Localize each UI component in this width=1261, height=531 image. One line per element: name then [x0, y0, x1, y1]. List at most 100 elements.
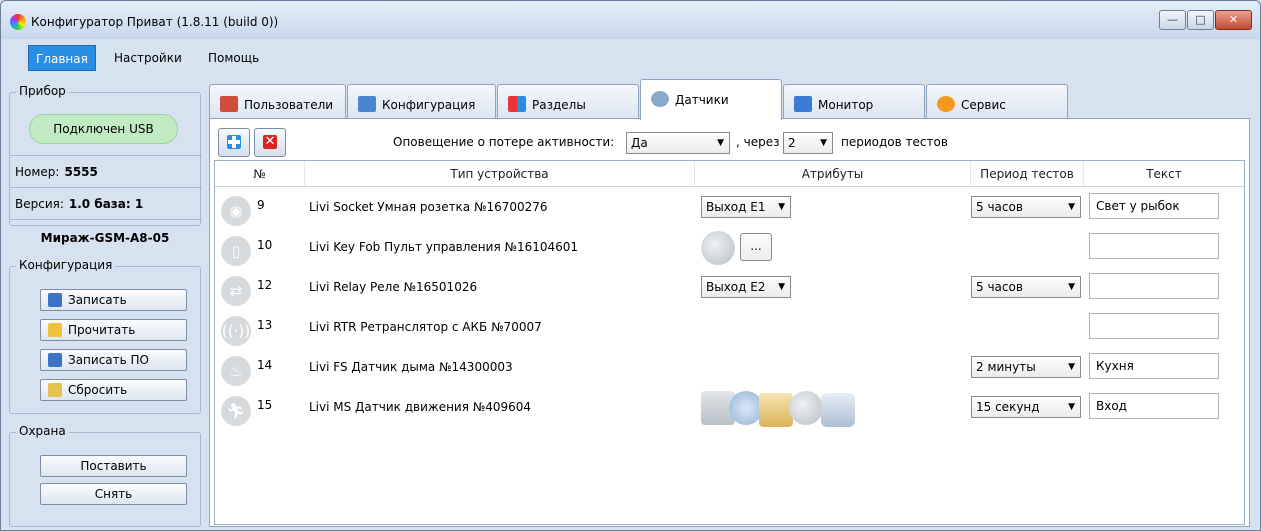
- left-panel: Прибор Подключен USB Номер: 5555 Версия: 1…: [9, 75, 202, 527]
- text-field[interactable]: Свет у рыбок: [1089, 193, 1219, 219]
- col-header-attributes: Атрибуты: [695, 161, 971, 187]
- chevron-down-icon: ▼: [1068, 402, 1075, 412]
- output-select[interactable]: Выход Е2 ▼: [701, 276, 791, 298]
- service-icon: [937, 96, 955, 112]
- periods-select[interactable]: 2 ▼: [783, 132, 833, 154]
- relay-icon: ⇄: [221, 276, 251, 306]
- read-button-label: Прочитать: [68, 323, 136, 337]
- period-select[interactable]: 15 секунд ▼: [971, 396, 1081, 418]
- period-select-value: 15 секунд: [976, 400, 1040, 414]
- device-type: Livi FS Датчик дыма №14300003: [309, 360, 513, 374]
- pet-icon: [821, 393, 855, 427]
- title-bar: Конфигуратор Приват (1.8.11 (build 0)) —…: [1, 1, 1260, 39]
- row-number: 13: [257, 318, 273, 332]
- chevron-down-icon: ▼: [1068, 362, 1075, 372]
- tab-monitor[interactable]: Монитор: [783, 84, 925, 119]
- table-row[interactable]: ((·)) 13 Livi RTR Ретранслятор с АКБ №70…: [215, 310, 1244, 350]
- maximize-button[interactable]: □: [1187, 10, 1214, 30]
- chevron-down-icon: ▼: [820, 138, 827, 148]
- tab-sensors-label: Датчики: [675, 93, 729, 107]
- device-type: Livi Relay Реле №16501026: [309, 280, 478, 294]
- periods-select-value: 2: [788, 136, 796, 150]
- add-sensor-button[interactable]: [218, 128, 250, 157]
- divider: [10, 155, 202, 156]
- notice-select-value: Да: [631, 136, 648, 150]
- read-button[interactable]: Прочитать: [40, 319, 187, 341]
- period-select-value: 5 часов: [976, 200, 1023, 214]
- menu-bar: Главная Настройки Помощь: [1, 45, 1260, 71]
- sensors-panel: ✕ Оповещение о потере активности: Да ▼ , …: [209, 118, 1250, 527]
- text-field[interactable]: Вход: [1089, 393, 1219, 419]
- tab-service-label: Сервис: [961, 98, 1006, 112]
- save-icon: [48, 353, 62, 367]
- more-button[interactable]: ...: [740, 233, 772, 261]
- number-label: Номер:: [15, 165, 60, 179]
- table-row[interactable]: 🏃︎ 15 Livi MS Датчик движения №409604 15…: [215, 390, 1244, 430]
- close-button[interactable]: ✕: [1215, 10, 1252, 30]
- tab-users-label: Пользователи: [244, 98, 334, 112]
- menu-help[interactable]: Помощь: [201, 45, 266, 71]
- tab-sections[interactable]: Разделы: [497, 84, 639, 119]
- table-row[interactable]: ▯ 10 Livi Key Fob Пульт управления №1610…: [215, 230, 1244, 270]
- reset-button-label: Сбросить: [68, 383, 128, 397]
- tab-users[interactable]: Пользователи: [209, 84, 346, 119]
- chevron-down-icon: ▼: [1068, 202, 1075, 212]
- sensors-table: № Тип устройства Атрибуты Период тестов …: [214, 160, 1245, 525]
- version-label: Версия:: [15, 197, 64, 211]
- notice-label: Оповещение о потере активности:: [393, 135, 615, 149]
- write-button-label: Записать: [68, 293, 127, 307]
- table-row[interactable]: ⇄ 12 Livi Relay Реле №16501026 Выход Е2 ▼…: [215, 270, 1244, 310]
- open-folder-icon: [48, 323, 62, 337]
- minimize-button[interactable]: —: [1159, 10, 1186, 30]
- period-select[interactable]: 5 часов ▼: [971, 276, 1081, 298]
- row-number: 15: [257, 398, 273, 412]
- period-select[interactable]: 5 часов ▼: [971, 196, 1081, 218]
- col-header-num: №: [215, 161, 305, 187]
- text-field[interactable]: [1089, 233, 1219, 259]
- col-header-period: Период тестов: [971, 161, 1084, 187]
- row-number: 14: [257, 358, 273, 372]
- plus-icon: [227, 135, 241, 149]
- users-icon: [220, 96, 238, 112]
- repeater-icon: ((·)): [221, 316, 251, 346]
- save-icon: [48, 293, 62, 307]
- tab-configuration[interactable]: Конфигурация: [347, 84, 496, 119]
- guard-group: Охрана Поставить Снять: [9, 424, 201, 527]
- table-row[interactable]: ♨ 14 Livi FS Датчик дыма №14300003 2 мин…: [215, 350, 1244, 390]
- menu-settings[interactable]: Настройки: [107, 45, 189, 71]
- device-type: Livi MS Датчик движения №409604: [309, 400, 532, 414]
- tab-bar: Пользователи Конфигурация Разделы Датчик…: [209, 79, 1254, 120]
- row-number: 12: [257, 278, 273, 292]
- write-button[interactable]: Записать: [40, 289, 187, 311]
- text-field[interactable]: [1089, 313, 1219, 339]
- notice-select[interactable]: Да ▼: [626, 132, 730, 154]
- delete-icon: ✕: [263, 134, 277, 149]
- monitor-icon: [794, 96, 812, 112]
- delete-sensor-button[interactable]: ✕: [254, 128, 286, 157]
- write-firmware-button[interactable]: Записать ПО: [40, 349, 187, 371]
- output-select[interactable]: Выход Е1 ▼: [701, 196, 791, 218]
- reset-button[interactable]: Сбросить: [40, 379, 187, 401]
- menu-main[interactable]: Главная: [28, 45, 96, 71]
- output-select-value: Выход Е2: [706, 280, 766, 294]
- write-firmware-label: Записать ПО: [68, 353, 149, 367]
- text-field[interactable]: [1089, 273, 1219, 299]
- device-number: Номер: 5555: [15, 165, 98, 179]
- config-legend: Конфигурация: [16, 258, 116, 272]
- col-header-text: Текст: [1084, 161, 1244, 187]
- device-type: Livi Socket Умная розетка №16700276: [309, 200, 548, 214]
- arm-button[interactable]: Поставить: [40, 455, 187, 477]
- tab-sensors[interactable]: Датчики: [640, 79, 782, 120]
- text-field[interactable]: Кухня: [1089, 353, 1219, 379]
- periods-label: периодов тестов: [841, 135, 948, 149]
- number-value: 5555: [64, 165, 98, 179]
- tab-service[interactable]: Сервис: [926, 84, 1068, 119]
- table-row[interactable]: ◉ 9 Livi Socket Умная розетка №16700276 …: [215, 190, 1244, 230]
- timer-24h-icon: [759, 393, 793, 427]
- disarm-button[interactable]: Снять: [40, 483, 187, 505]
- col-header-type: Тип устройства: [305, 161, 695, 187]
- divider: [10, 187, 202, 188]
- period-select[interactable]: 2 минуты ▼: [971, 356, 1081, 378]
- via-label: , через: [736, 135, 780, 149]
- row-number: 10: [257, 238, 273, 252]
